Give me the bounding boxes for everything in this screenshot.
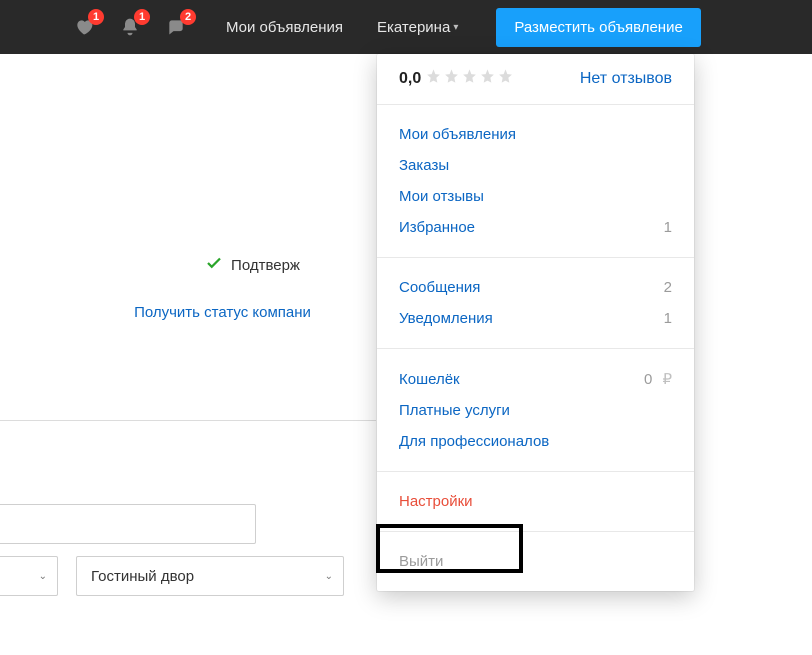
dd-orders[interactable]: Заказы xyxy=(399,157,449,174)
favorites-badge: 1 xyxy=(88,9,104,25)
text-input[interactable] xyxy=(0,504,256,544)
menu-section-1: Мои объявления Заказы Мои отзывы Избранн… xyxy=(377,104,694,257)
dd-my-reviews[interactable]: Мои отзывы xyxy=(399,188,484,205)
post-ad-button[interactable]: Разместить объявление xyxy=(496,8,700,47)
star-rating xyxy=(425,68,514,90)
checkmark-icon xyxy=(205,254,223,276)
user-dropdown: 0,0 Нет отзывов Мои объявления Заказы Мо… xyxy=(377,54,694,591)
dd-notifications-count: 1 xyxy=(664,310,672,327)
dd-logout[interactable]: Выйти xyxy=(399,546,672,577)
notifications-badge: 1 xyxy=(134,9,150,25)
chevron-down-icon: ▾ xyxy=(453,22,458,33)
messages-badge: 2 xyxy=(180,9,196,25)
menu-section-2: Сообщения 2 Уведомления 1 xyxy=(377,257,694,348)
no-reviews-link[interactable]: Нет отзывов xyxy=(580,70,672,88)
star-icon xyxy=(461,68,478,90)
favorites-icon[interactable]: 1 xyxy=(70,13,98,41)
star-icon xyxy=(443,68,460,90)
metro-select[interactable]: Гостиный двор ⌄ xyxy=(76,556,344,596)
main-content: Подтверж Получить статус компани xyxy=(0,54,380,321)
metro-value: Гостиный двор xyxy=(91,568,194,585)
bell-icon[interactable]: 1 xyxy=(116,13,144,41)
star-icon xyxy=(479,68,496,90)
menu-section-logout: Выйти xyxy=(377,531,694,591)
dd-notifications[interactable]: Уведомления xyxy=(399,310,493,327)
dd-messages[interactable]: Сообщения xyxy=(399,279,480,296)
company-status-link[interactable]: Получить статус компани xyxy=(80,304,365,321)
dd-wallet[interactable]: Кошелёк xyxy=(399,371,460,388)
confirmed-row: Подтверж xyxy=(140,254,365,276)
ruble-icon: ₽ xyxy=(662,371,672,388)
dd-paid-services[interactable]: Платные услуги xyxy=(399,402,510,419)
rating-value: 0,0 xyxy=(399,70,421,88)
dd-my-ads[interactable]: Мои объявления xyxy=(399,126,516,143)
my-ads-link[interactable]: Мои объявления xyxy=(226,19,343,36)
chevron-down-icon: ⌄ xyxy=(325,571,333,582)
dd-settings[interactable]: Настройки xyxy=(399,486,672,517)
select-row: ⌄ Гостиный двор ⌄ xyxy=(0,556,344,596)
user-menu-trigger[interactable]: Екатерина ▾ xyxy=(377,19,458,36)
chevron-down-icon: ⌄ xyxy=(39,571,47,582)
dd-messages-count: 2 xyxy=(664,279,672,296)
confirmed-label: Подтверж xyxy=(231,257,300,274)
select-small[interactable]: ⌄ xyxy=(0,556,58,596)
username-label: Екатерина xyxy=(377,19,450,36)
menu-section-3: Кошелёк 0 ₽ Платные услуги Для профессио… xyxy=(377,348,694,471)
rating-section: 0,0 Нет отзывов xyxy=(377,54,694,104)
dd-favorites-count: 1 xyxy=(664,219,672,236)
menu-section-settings: Настройки xyxy=(377,471,694,531)
star-icon xyxy=(425,68,442,90)
chat-icon[interactable]: 2 xyxy=(162,13,190,41)
dd-favorites[interactable]: Избранное xyxy=(399,219,475,236)
dd-for-pros[interactable]: Для профессионалов xyxy=(399,433,549,450)
top-navbar: 1 1 2 Мои объявления Екатерина ▾ Размест… xyxy=(0,0,812,54)
star-icon xyxy=(497,68,514,90)
divider xyxy=(0,420,376,421)
dd-wallet-amount: 0 xyxy=(644,371,652,388)
